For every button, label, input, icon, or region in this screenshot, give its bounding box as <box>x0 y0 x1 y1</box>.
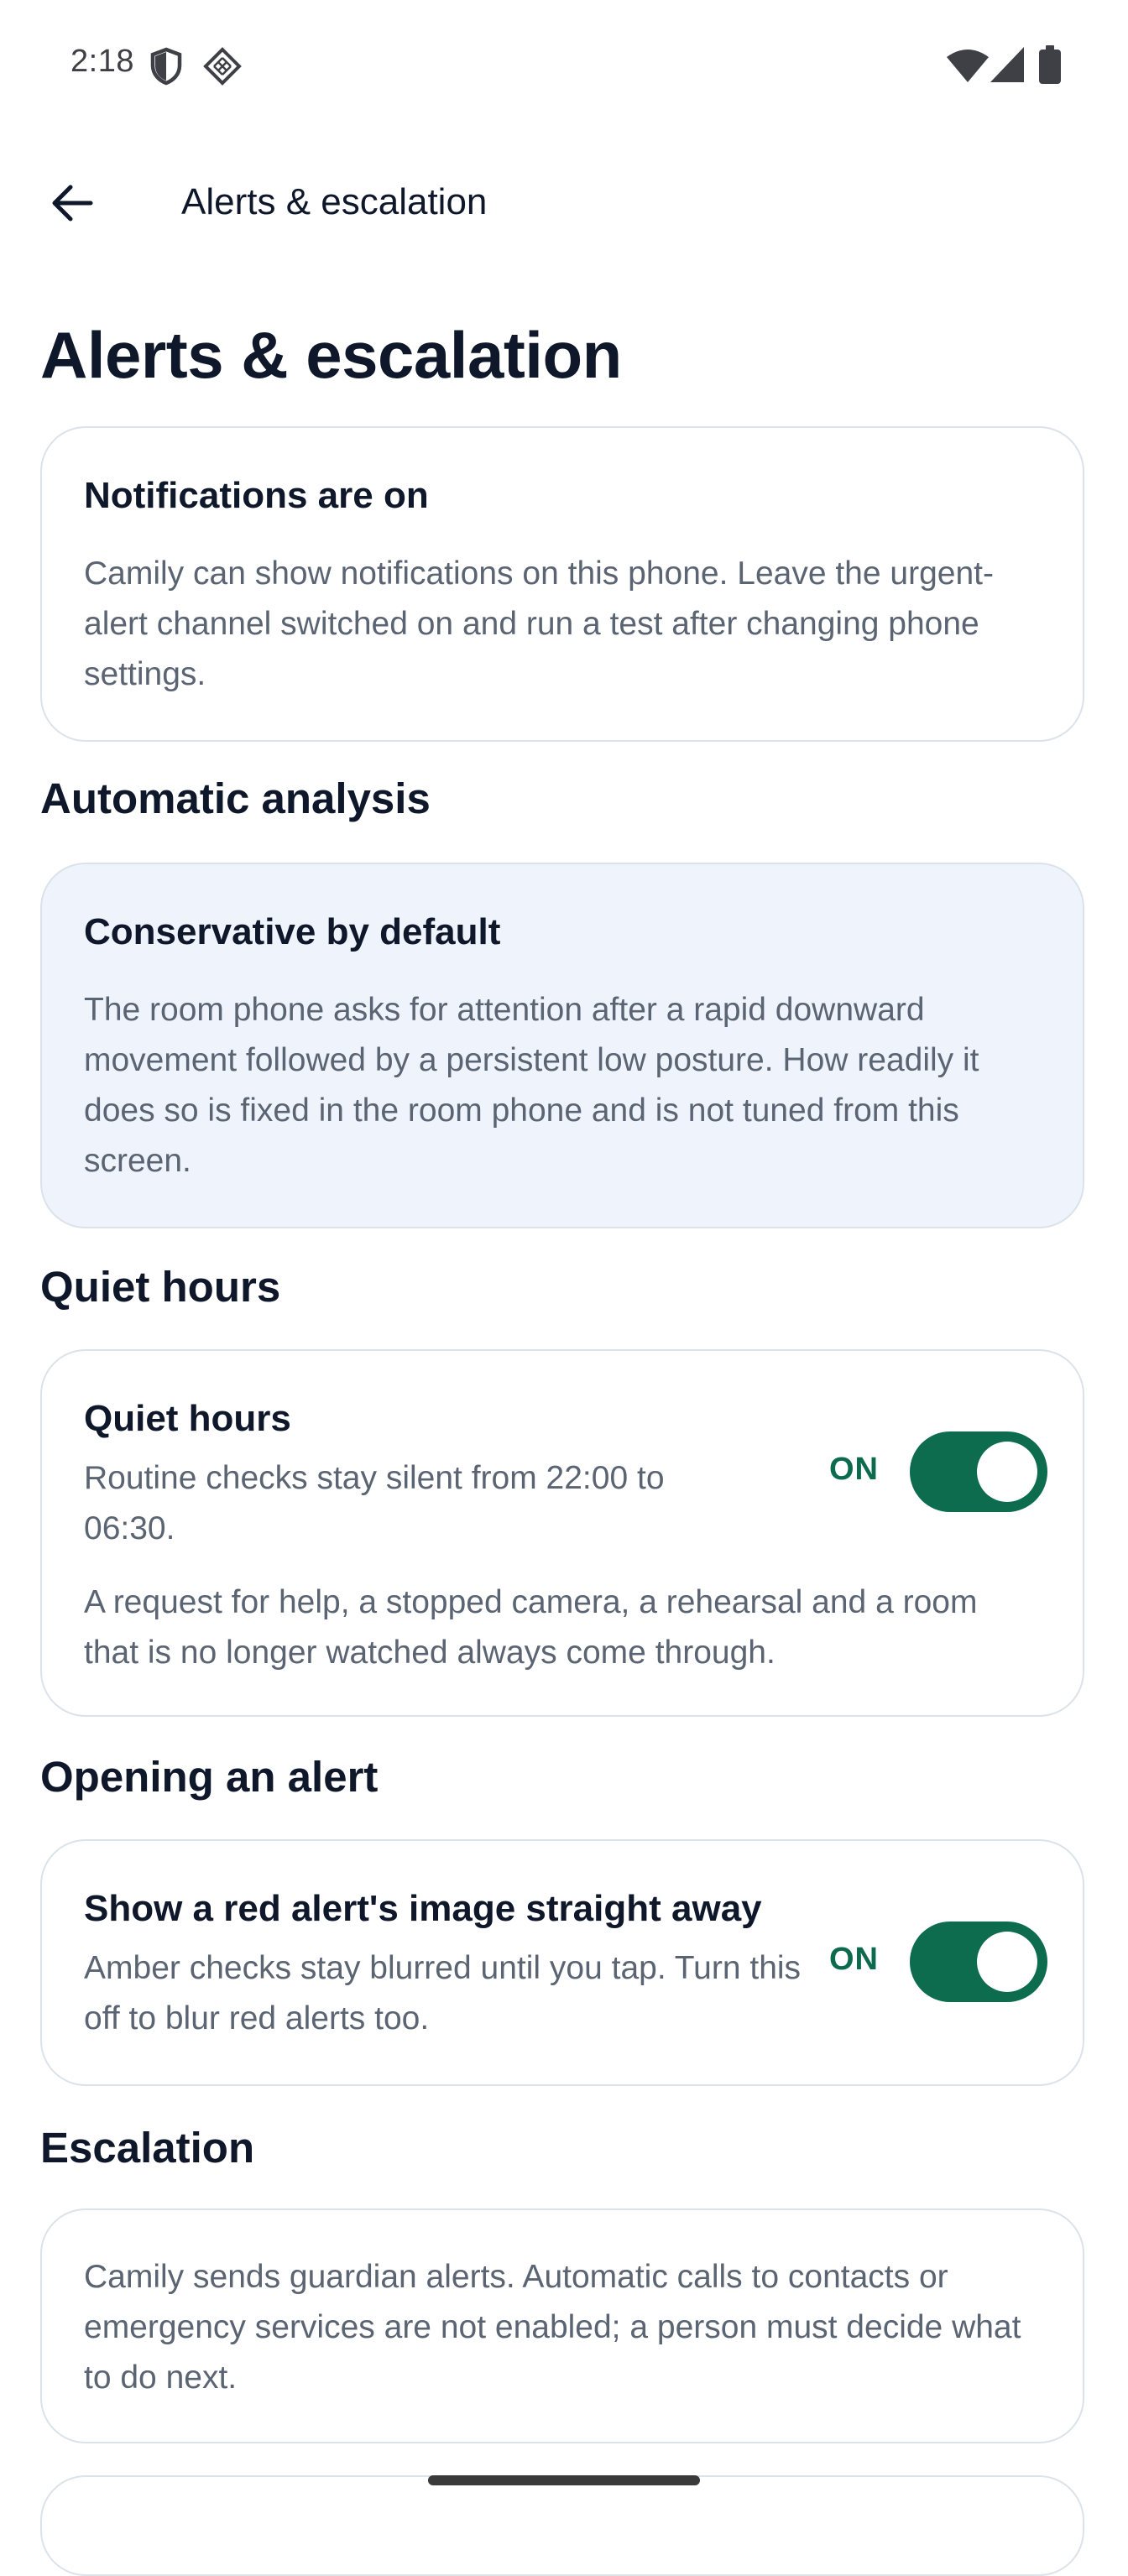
automatic-analysis-text: The room phone asks for attention after … <box>84 992 979 1179</box>
app-bar-title: Alerts & escalation <box>181 181 488 222</box>
automatic-analysis-title: Conservative by default <box>84 911 501 952</box>
status-time: 2:18 <box>70 44 134 79</box>
opening-alert-card: Show a red alert's image straight away A… <box>40 1839 1084 2086</box>
quiet-hours-heading: Quiet hours <box>40 1263 281 1311</box>
escalation-text: Camily sends guardian alerts. Automatic … <box>84 2259 1021 2396</box>
red-alert-image-setting-description: Amber checks stay blurred until you tap.… <box>84 1950 802 2036</box>
opening-alert-heading: Opening an alert <box>40 1753 379 1801</box>
shield-icon <box>150 47 182 86</box>
arrow-left-icon <box>52 185 93 222</box>
escalation-heading: Escalation <box>40 2124 255 2172</box>
cellular-signal-icon <box>990 47 1024 82</box>
diamond-grid-icon <box>203 47 242 86</box>
quiet-hours-setting-description: Routine checks stay silent from 22:00 to… <box>84 1460 665 1546</box>
app-bar: Alerts & escalation <box>0 143 1128 269</box>
back-button[interactable] <box>32 163 112 243</box>
quiet-hours-setting-title: Quiet hours <box>84 1398 291 1439</box>
automatic-analysis-card: Conservative by default The room phone a… <box>40 863 1084 1228</box>
quiet-hours-card: Quiet hours Routine checks stay silent f… <box>40 1349 1084 1717</box>
automatic-analysis-heading: Automatic analysis <box>40 774 431 822</box>
page-title: Alerts & escalation <box>40 318 622 392</box>
toggle-knob <box>977 1932 1037 1992</box>
quiet-hours-note: A request for help, a stopped camera, a … <box>84 1584 978 1671</box>
red-alert-image-setting-title: Show a red alert's image straight away <box>84 1888 762 1929</box>
escalation-card: Camily sends guardian alerts. Automatic … <box>40 2208 1084 2443</box>
red-alert-image-toggle-state: ON <box>829 1942 879 1977</box>
wifi-icon <box>947 50 989 82</box>
status-bar: 2:18 <box>0 0 1128 126</box>
quiet-hours-toggle-state: ON <box>829 1452 879 1487</box>
red-alert-image-toggle[interactable] <box>910 1922 1047 2002</box>
home-indicator[interactable] <box>428 2475 700 2485</box>
next-card-partial <box>40 2475 1084 2576</box>
toggle-knob <box>977 1442 1037 1502</box>
notifications-status-card: Notifications are on Camily can show not… <box>40 426 1084 742</box>
notifications-status-text: Camily can show notifications on this ph… <box>84 555 994 692</box>
notifications-status-title: Notifications are on <box>84 475 429 516</box>
quiet-hours-toggle[interactable] <box>910 1431 1047 1512</box>
battery-icon <box>1039 45 1061 84</box>
